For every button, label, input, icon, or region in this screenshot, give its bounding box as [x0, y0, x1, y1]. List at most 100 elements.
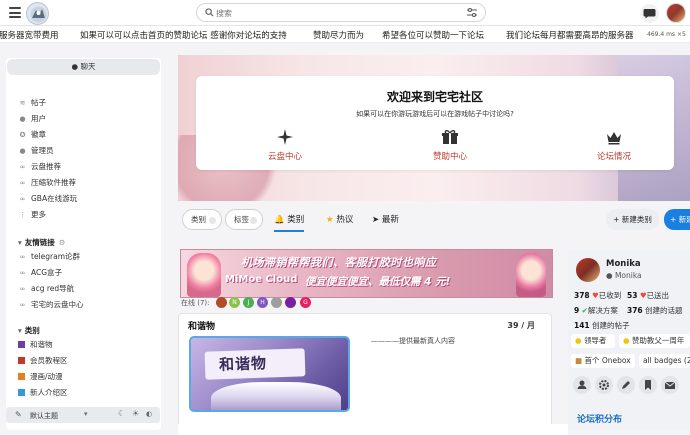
online-user-avatar[interactable] [271, 297, 282, 308]
online-user-avatar[interactable] [216, 297, 227, 308]
sidebar-item-compress[interactable]: ∞ 压缩软件推荐 [18, 177, 76, 189]
sidebar-categories-heading[interactable]: ▾ 类别 [18, 325, 40, 336]
sidebar: ● 聊天 ≋ 帖子 ● 用户 ✪ 徽章 ● 管理员 ∞ 云盘推荐 ∞ 压缩软件推荐 ∞ GBA… [6, 58, 161, 430]
profile-bookmark-button[interactable] [639, 376, 657, 394]
user-icon [577, 380, 587, 389]
dark-mode-toggle-icon[interactable]: ◐ [146, 410, 152, 418]
all-badges-link[interactable]: all badges (2 [639, 354, 690, 368]
bookmark-icon [645, 380, 651, 390]
category-color-swatch [18, 389, 25, 396]
theme-selector[interactable]: 默认主题 [30, 411, 58, 421]
tags-dropdown[interactable]: 标签 [225, 209, 263, 230]
caret-down-icon: ▾ [84, 410, 88, 418]
online-user-avatar[interactable]: J [243, 297, 254, 308]
sidebar-link-acg-red[interactable]: ∞ acg red导航 [18, 283, 75, 295]
link-icon: ∞ [19, 301, 26, 309]
cloud-center-link[interactable]: 云盘中心 [235, 128, 335, 162]
category-color-swatch [18, 373, 25, 380]
stat-topics: 376 创建的话题 [627, 306, 683, 315]
sidebar-category-item[interactable]: 新人介绍区 [18, 387, 68, 399]
sidebar-footer: ✎ 默认主题 ▾ ☾ ☀ ◐ [6, 407, 160, 423]
profile-user-button[interactable] [573, 376, 591, 394]
settings-icon[interactable]: ⚙ [59, 238, 66, 247]
site-logo[interactable] [26, 2, 49, 25]
moon-icon[interactable]: ☾ [118, 409, 125, 418]
profile-name[interactable]: Monika [606, 259, 641, 269]
sidebar-item-badges[interactable]: ✪ 徽章 [18, 129, 46, 141]
online-user-avatar[interactable]: H [257, 297, 268, 308]
marquee-item: 希望各位可以赞助一下论坛 [382, 31, 485, 41]
profile-settings-button[interactable] [595, 376, 613, 394]
sidebar-item-cloud[interactable]: ∞ 云盘推荐 [18, 161, 61, 173]
topic-filter-bar: 类别 标签 🔔 类别 ★ 热议 ➤ 最新 + 新建类别 + 新建 [178, 205, 690, 233]
new-topic-button[interactable]: + 新建 [664, 209, 690, 230]
welcome-card: 欢迎来到宅宅社区 如果可以在你游玩游戏后可以在游戏帖子中讨论吗? 云盘中心 赞助… [196, 76, 674, 170]
badge-leader[interactable]: ● 领导者 [571, 334, 615, 348]
tab-latest[interactable]: ➤ 最新 [372, 213, 399, 225]
crown-icon [607, 132, 621, 145]
stat-posts: 141 创建的帖子 [574, 321, 630, 330]
user-icon: ● [606, 271, 613, 280]
online-user-avatar[interactable] [285, 297, 296, 308]
category-thumbnail[interactable]: 和谐物 [189, 336, 350, 412]
search-input[interactable]: 搜索 [216, 8, 232, 19]
link-icon: ∞ [19, 269, 26, 277]
online-user-avatar[interactable]: N [229, 297, 240, 308]
category-card-title[interactable]: 和谐物 [188, 319, 215, 332]
profile-edit-button[interactable] [617, 376, 635, 394]
search-box[interactable]: 搜索 [196, 3, 486, 22]
marquee-item: 赞助尽力而为 [313, 31, 365, 41]
ad-banner[interactable]: 机场滞销帮帮我们、客服打胶时也响应 MiMoe Cloud 便宜便宜便宜、最低仅… [180, 249, 553, 298]
sidebar-category-item[interactable]: 漫画/动漫 [18, 371, 63, 383]
badge-onebox[interactable]: ■ 首个 Onebox [571, 354, 635, 368]
ad-character-image [187, 253, 221, 297]
sidebar-category-item[interactable]: 会员教程区 [18, 355, 68, 367]
sparkle-icon [277, 129, 293, 145]
caret-down-icon: ▾ [18, 238, 22, 247]
category-dropdown[interactable]: 类别 [182, 209, 222, 230]
sidebar-link-cloud-center[interactable]: ∞ 宅宅的云盘中心 [18, 299, 84, 311]
search-options-icon[interactable] [467, 8, 477, 19]
plus-icon: + [670, 215, 677, 224]
tab-hot[interactable]: ★ 热议 [326, 213, 353, 225]
profile-messages-button[interactable] [661, 376, 679, 394]
new-category-button[interactable]: + 新建类别 [606, 209, 659, 230]
users-icon: ● [19, 115, 26, 123]
sidebar-item-more[interactable]: ⋮ 更多 [18, 209, 46, 221]
envelope-icon [664, 381, 676, 389]
sidebar-link-telegram[interactable]: ∞ telegram论群 [18, 251, 80, 263]
sidebar-item-admins[interactable]: ● 管理员 [18, 145, 53, 157]
user-avatar-button[interactable] [666, 3, 686, 23]
category-card[interactable]: 和谐物 39 / 月 和谐物 ————提供最新真人内容 [178, 313, 552, 431]
tab-categories[interactable]: 🔔 类别 [274, 213, 305, 232]
sidebar-item-users[interactable]: ● 用户 [18, 113, 46, 125]
chat-icon: ● [71, 62, 79, 71]
sidebar-item-topics[interactable]: ≋ 帖子 [18, 97, 46, 109]
sidebar-link-acg-box[interactable]: ∞ ACG盒子 [18, 267, 62, 279]
online-user-avatar[interactable]: G [300, 297, 311, 308]
category-color-swatch [18, 341, 25, 348]
sidebar-chat-tab[interactable]: ● 聊天 [7, 59, 160, 75]
forum-status-link[interactable]: 论坛情况 [564, 128, 664, 162]
box-icon: ■ [575, 356, 583, 365]
sun-icon[interactable]: ☀ [132, 409, 139, 418]
chat-button[interactable] [640, 4, 659, 23]
chevron-down-icon [250, 217, 257, 224]
search-icon [205, 8, 214, 19]
sidebar-links-heading[interactable]: ▾ 友情链接 ⚙ [18, 237, 66, 248]
stat-likes-given: 53 ♥已送出 [627, 291, 670, 300]
profile-avatar[interactable] [576, 258, 600, 282]
top-header: 搜索 [0, 0, 690, 26]
page-bottom-fade [178, 424, 568, 435]
hamburger-menu-icon[interactable] [9, 7, 21, 18]
sidebar-category-item[interactable]: 和谐物 [18, 339, 53, 351]
marquee-item: 我们论坛每月都需要高昂的服务器 [506, 31, 634, 41]
heart-icon: ♥ [592, 291, 599, 300]
badge-sponsor[interactable]: ● 赞助教父一周年 [619, 334, 690, 348]
marquee-item: 服务器宽带费用 [0, 31, 59, 41]
sponsor-center-link[interactable]: 赞助中心 [400, 128, 500, 162]
ad-headline: 机场滞销帮帮我们、客服打胶时也响应 [241, 256, 437, 269]
points-distribution-heading[interactable]: 论坛积分布 [577, 412, 622, 425]
sidebar-item-gba[interactable]: ∞ GBA在线游玩 [18, 193, 78, 205]
more-vertical-icon: ⋮ [19, 211, 26, 219]
